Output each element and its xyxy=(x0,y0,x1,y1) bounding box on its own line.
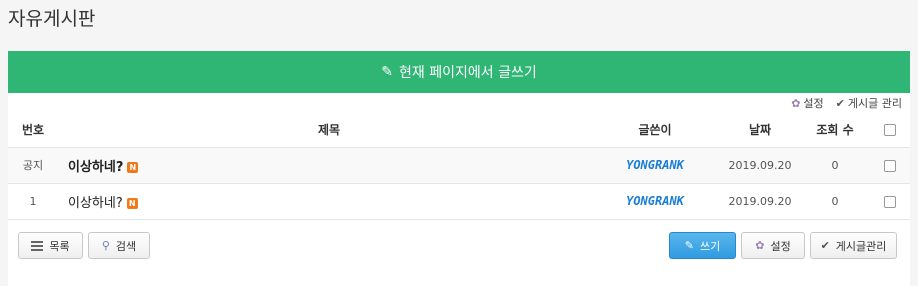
board: ✎ 현재 페이지에서 글쓰기 ✿ 설정 ✔ 게시글 관리 번호 제목 글쓴이 날짜 … xyxy=(8,51,910,286)
row-title-cell: 이상하네? N xyxy=(58,147,590,184)
row-date: 2019.09.20 xyxy=(720,147,800,184)
post-title-link[interactable]: 이상하네? xyxy=(68,196,123,211)
table-row: 1 이상하네? N YONGRANK 2019.09.20 0 xyxy=(8,183,910,220)
header-no: 번호 xyxy=(8,113,58,148)
table-row: 공지 이상하네? N YONGRANK 2019.09.20 0 xyxy=(8,147,910,184)
header-date[interactable]: 날짜 xyxy=(720,113,800,148)
new-badge-icon: N xyxy=(127,162,139,173)
new-badge-icon: N xyxy=(126,198,138,209)
gear-icon: ✿ xyxy=(791,97,801,110)
header-title[interactable]: 제목 xyxy=(58,113,590,148)
check-icon: ✔ xyxy=(820,239,830,252)
search-button[interactable]: ⚲ 검색 xyxy=(88,232,150,259)
post-title-link[interactable]: 이상하네? xyxy=(68,160,123,175)
post-table: 번호 제목 글쓴이 날짜 조회 수 공지 이상하네? N YONGRANK 201… xyxy=(8,113,910,220)
row-checkbox[interactable] xyxy=(870,183,910,220)
settings-link[interactable]: ✿ 설정 xyxy=(791,95,823,111)
search-icon: ⚲ xyxy=(101,239,110,252)
page-title: 자유게시판 xyxy=(8,8,96,30)
manage-posts-link[interactable]: ✔ 게시글 관리 xyxy=(836,95,902,111)
table-header-row: 번호 제목 글쓴이 날짜 조회 수 xyxy=(8,113,910,148)
write-button[interactable]: ✎ 쓰기 xyxy=(669,232,736,259)
row-checkbox[interactable] xyxy=(870,147,910,184)
list-button[interactable]: 목록 xyxy=(18,232,83,259)
row-date: 2019.09.20 xyxy=(720,183,800,220)
row-no: 1 xyxy=(8,183,58,220)
pencil-icon: ✎ xyxy=(381,64,394,80)
select-all-checkbox[interactable] xyxy=(870,113,910,148)
author-logo[interactable]: YONGRANK xyxy=(590,147,720,184)
settings-button[interactable]: ✿ 설정 xyxy=(741,232,805,259)
gear-icon: ✿ xyxy=(755,239,765,252)
row-title-cell: 이상하네? N xyxy=(58,183,590,220)
manage-posts-button[interactable]: ✔ 게시글관리 xyxy=(810,232,897,259)
row-views: 0 xyxy=(800,147,870,184)
write-here-label: 현재 페이지에서 글쓰기 xyxy=(399,65,537,81)
header-author: 글쓴이 xyxy=(590,113,720,148)
row-no: 공지 xyxy=(8,147,58,184)
check-icon: ✔ xyxy=(835,97,845,110)
author-logo[interactable]: YONGRANK xyxy=(590,183,720,220)
row-views: 0 xyxy=(800,183,870,220)
header-views[interactable]: 조회 수 xyxy=(800,113,870,148)
write-here-button[interactable]: ✎ 현재 페이지에서 글쓰기 xyxy=(8,51,910,93)
admin-links: ✿ 설정 ✔ 게시글 관리 xyxy=(791,95,902,111)
pencil-icon: ✎ xyxy=(684,239,694,252)
menu-icon xyxy=(31,239,44,253)
